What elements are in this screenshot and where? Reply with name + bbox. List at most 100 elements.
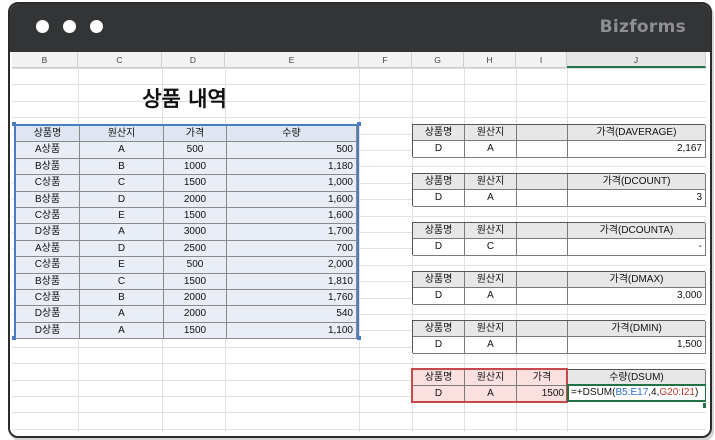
col-header-g[interactable]: G xyxy=(412,52,464,68)
criteria-header-cell[interactable]: 원산지 xyxy=(465,272,517,289)
col-header-e[interactable]: E xyxy=(225,52,359,68)
criteria-value-cell[interactable] xyxy=(517,239,568,256)
criteria-value-cell[interactable]: D xyxy=(413,239,465,256)
col-header-j[interactable]: J xyxy=(567,52,706,68)
selection-handle[interactable] xyxy=(12,122,16,126)
criteria-header-cell[interactable] xyxy=(517,125,568,142)
table-cell[interactable]: 500 xyxy=(227,142,357,159)
criteria-header-cell[interactable]: 원산지 xyxy=(465,125,517,142)
criteria-value-cell[interactable]: D xyxy=(413,141,465,158)
col-header-c[interactable]: C xyxy=(78,52,162,68)
criteria-value-cell[interactable] xyxy=(517,190,568,207)
result-cell[interactable]: 3,000 xyxy=(568,288,706,305)
window-dot-minimize[interactable] xyxy=(63,20,76,33)
criteria-value-cell[interactable]: A xyxy=(465,141,517,158)
table-cell[interactable]: 1500 xyxy=(164,175,227,192)
table-cell[interactable]: E xyxy=(80,208,164,225)
table-cell[interactable]: A xyxy=(80,142,164,159)
spreadsheet[interactable]: B C D E F G H I J 상품 내역 상품명 원산지 가격 수량 A상품 A 50… xyxy=(12,52,706,432)
table-header-cell[interactable]: 원산지 xyxy=(80,126,164,143)
table-cell[interactable]: D xyxy=(80,191,164,208)
table-cell[interactable]: B xyxy=(80,290,164,307)
selection-handle[interactable] xyxy=(357,122,361,126)
criteria-header-cell[interactable] xyxy=(517,272,568,289)
product-table[interactable]: 상품명 원산지 가격 수량 A상품 A 500 500 B상품 B 1000 1,180 C상품 C 150… xyxy=(14,124,359,340)
result-cell[interactable]: - xyxy=(568,239,706,256)
criteria-table[interactable]: 상품명 원산지 가격(DMAX) D A 3,000 xyxy=(412,271,706,305)
criteria-header-cell[interactable]: 가격(DMAX) xyxy=(568,272,706,289)
table-cell[interactable]: C상품 xyxy=(16,208,80,225)
col-header-h[interactable]: H xyxy=(464,52,516,68)
col-header-f[interactable]: F xyxy=(359,52,412,68)
criteria-header-cell[interactable] xyxy=(517,321,568,338)
window-dot-close[interactable] xyxy=(36,20,49,33)
table-cell[interactable]: A xyxy=(80,306,164,323)
criteria-value-cell[interactable]: D xyxy=(413,288,465,305)
table-cell[interactable]: 1,180 xyxy=(227,158,357,176)
table-cell[interactable]: E xyxy=(80,257,164,274)
table-cell[interactable]: 1,100 xyxy=(227,322,357,340)
table-cell[interactable]: 700 xyxy=(227,240,357,258)
table-cell[interactable]: 2000 xyxy=(164,290,227,307)
table-cell[interactable]: 1,000 xyxy=(227,175,357,192)
result-cell[interactable]: 3 xyxy=(568,190,706,207)
criteria-header-cell[interactable]: 상품명 xyxy=(413,272,465,289)
col-header-b[interactable]: B xyxy=(12,52,78,68)
table-cell[interactable]: 500 xyxy=(164,257,227,274)
table-cell[interactable]: 2500 xyxy=(164,240,227,258)
criteria-header-cell[interactable]: 상품명 xyxy=(413,125,465,142)
fill-handle[interactable] xyxy=(703,402,706,408)
table-cell[interactable]: 1,760 xyxy=(227,290,357,307)
criteria-header-cell[interactable]: 가격(DCOUNTA) xyxy=(568,223,706,240)
table-cell[interactable]: C xyxy=(80,273,164,290)
criteria-value-cell[interactable]: A xyxy=(465,190,517,207)
col-header-d[interactable]: D xyxy=(162,52,225,68)
criteria-value-cell[interactable]: A xyxy=(465,288,517,305)
criteria-header-cell[interactable]: 원산지 xyxy=(465,223,517,240)
table-cell[interactable]: D상품 xyxy=(16,322,80,340)
table-cell[interactable]: 1000 xyxy=(164,158,227,176)
selection-handle[interactable] xyxy=(357,336,361,340)
criteria-header-cell[interactable]: 가격(DAVERAGE) xyxy=(568,125,706,142)
table-cell[interactable]: B상품 xyxy=(16,158,80,176)
formula-cell[interactable]: =+DSUM(B5:E17,4,G20:I21) xyxy=(567,384,706,403)
criteria-header-cell[interactable]: 상품명 xyxy=(413,321,465,338)
criteria-header-cell[interactable]: 가격(DCOUNT) xyxy=(568,174,706,191)
criteria-value-cell[interactable] xyxy=(517,141,568,158)
col-header-i[interactable]: I xyxy=(516,52,567,68)
table-cell[interactable]: D상품 xyxy=(16,306,80,323)
table-cell[interactable]: 3000 xyxy=(164,224,227,241)
criteria-header-cell[interactable]: 상품명 xyxy=(413,223,465,240)
table-cell[interactable]: 1500 xyxy=(164,208,227,225)
criteria-header-cell[interactable]: 원산지 xyxy=(465,321,517,338)
criteria-table[interactable]: 상품명 원산지 가격(DAVERAGE) D A 2,167 xyxy=(412,124,706,158)
result-cell[interactable]: 2,167 xyxy=(568,141,706,158)
selection-handle[interactable] xyxy=(12,336,16,340)
criteria-value-cell[interactable] xyxy=(517,288,568,305)
criteria-header-cell[interactable]: 가격(DMIN) xyxy=(568,321,706,338)
criteria-header-cell[interactable] xyxy=(517,174,568,191)
table-cell[interactable]: 1,600 xyxy=(227,191,357,208)
criteria-value-cell[interactable]: D xyxy=(413,337,465,354)
table-cell[interactable]: B xyxy=(80,158,164,176)
table-cell[interactable]: B상품 xyxy=(16,191,80,208)
criteria-value-cell[interactable]: A xyxy=(465,337,517,354)
table-cell[interactable]: D xyxy=(80,240,164,258)
table-cell[interactable]: 1500 xyxy=(164,273,227,290)
table-cell[interactable]: 1,810 xyxy=(227,273,357,290)
criteria-header-cell[interactable] xyxy=(517,223,568,240)
table-cell[interactable]: C xyxy=(80,175,164,192)
table-cell[interactable]: A xyxy=(80,322,164,340)
window-dot-maximize[interactable] xyxy=(90,20,103,33)
table-cell[interactable]: B상품 xyxy=(16,273,80,290)
table-cell[interactable]: A xyxy=(80,224,164,241)
criteria-table[interactable]: 상품명 원산지 가격(DMIN) D A 1,500 xyxy=(412,320,706,354)
criteria-value-cell[interactable] xyxy=(517,337,568,354)
table-cell[interactable]: 1,600 xyxy=(227,208,357,225)
table-cell[interactable]: 500 xyxy=(164,142,227,159)
criteria-table[interactable]: 상품명 원산지 가격(DCOUNT) D A 3 xyxy=(412,173,706,207)
criteria-table[interactable]: 상품명 원산지 가격(DCOUNTA) D C - xyxy=(412,222,706,256)
table-header-cell[interactable]: 가격 xyxy=(164,126,227,143)
result-cell[interactable]: 1,500 xyxy=(568,337,706,354)
table-cell[interactable]: 540 xyxy=(227,306,357,323)
